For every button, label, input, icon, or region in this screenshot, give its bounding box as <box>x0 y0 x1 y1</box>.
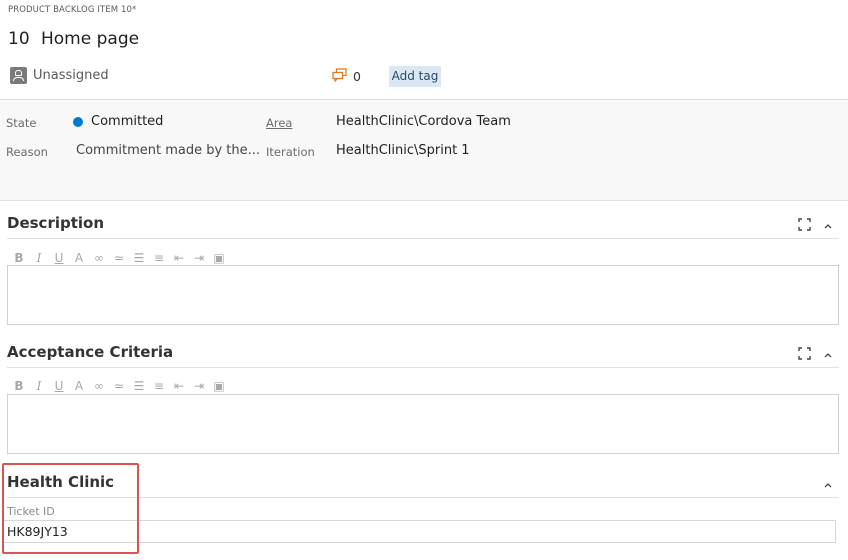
collapse-chevron-icon[interactable] <box>823 222 833 230</box>
link-icon[interactable]: ∞ <box>89 379 109 393</box>
area-label: Area <box>266 116 293 130</box>
collapse-chevron-icon[interactable] <box>823 351 833 359</box>
rich-text-toolbar: B I U A ∞ ≃ ☰ ≡ ⇤ ⇥ ▣ <box>9 379 229 393</box>
maximize-icon[interactable] <box>798 347 811 360</box>
acceptance-criteria-editor[interactable] <box>7 394 839 454</box>
work-item-title[interactable]: Home page <box>41 29 139 49</box>
reason-dropdown[interactable]: Commitment made by the... <box>76 143 260 158</box>
work-item-type: PRODUCT BACKLOG ITEM 10* <box>8 5 137 15</box>
acceptance-criteria-header: Acceptance Criteria <box>7 343 174 361</box>
unlink-icon[interactable]: ≃ <box>109 251 129 265</box>
iteration-label: Iteration <box>266 145 315 159</box>
comment-icon[interactable] <box>332 68 347 82</box>
assigned-to[interactable]: Unassigned <box>33 68 109 83</box>
reason-label: Reason <box>6 145 48 159</box>
highlight-icon[interactable]: A <box>69 251 89 265</box>
divider <box>7 238 839 239</box>
details-panel: State Committed Reason Commitment made b… <box>0 99 848 201</box>
numbered-list-icon[interactable]: ≡ <box>149 379 169 393</box>
description-editor[interactable] <box>7 265 839 325</box>
description-header: Description <box>7 214 105 232</box>
iteration-dropdown[interactable]: HealthClinic\Sprint 1 <box>336 143 470 158</box>
area-dropdown[interactable]: HealthClinic\Cordova Team <box>336 114 511 129</box>
indent-icon[interactable]: ⇥ <box>189 379 209 393</box>
state-dropdown[interactable]: Committed <box>91 114 163 129</box>
ticket-id-field[interactable] <box>2 520 836 543</box>
indent-icon[interactable]: ⇥ <box>189 251 209 265</box>
unlink-icon[interactable]: ≃ <box>109 379 129 393</box>
outdent-icon[interactable]: ⇤ <box>169 251 189 265</box>
underline-icon[interactable]: U <box>49 251 69 265</box>
italic-icon[interactable]: I <box>29 251 49 265</box>
add-tag-button[interactable]: Add tag <box>389 66 441 87</box>
link-icon[interactable]: ∞ <box>89 251 109 265</box>
divider <box>7 497 839 498</box>
bullet-list-icon[interactable]: ☰ <box>129 251 149 265</box>
outdent-icon[interactable]: ⇤ <box>169 379 189 393</box>
image-icon[interactable]: ▣ <box>209 379 229 393</box>
person-icon[interactable] <box>10 67 27 84</box>
ticket-id-label: Ticket ID <box>7 505 55 518</box>
numbered-list-icon[interactable]: ≡ <box>149 251 169 265</box>
bullet-list-icon[interactable]: ☰ <box>129 379 149 393</box>
state-indicator-icon <box>73 117 83 127</box>
comment-count[interactable]: 0 <box>353 69 361 84</box>
highlight-icon[interactable]: A <box>69 379 89 393</box>
bold-icon[interactable]: B <box>9 379 29 393</box>
work-item-id: 10 <box>8 29 30 49</box>
bold-icon[interactable]: B <box>9 251 29 265</box>
health-clinic-header: Health Clinic <box>7 473 115 491</box>
image-icon[interactable]: ▣ <box>209 251 229 265</box>
underline-icon[interactable]: U <box>49 379 69 393</box>
divider <box>7 367 839 368</box>
maximize-icon[interactable] <box>798 218 811 231</box>
collapse-chevron-icon[interactable] <box>823 481 833 489</box>
state-label: State <box>6 116 37 130</box>
rich-text-toolbar: B I U A ∞ ≃ ☰ ≡ ⇤ ⇥ ▣ <box>9 251 229 265</box>
italic-icon[interactable]: I <box>29 379 49 393</box>
